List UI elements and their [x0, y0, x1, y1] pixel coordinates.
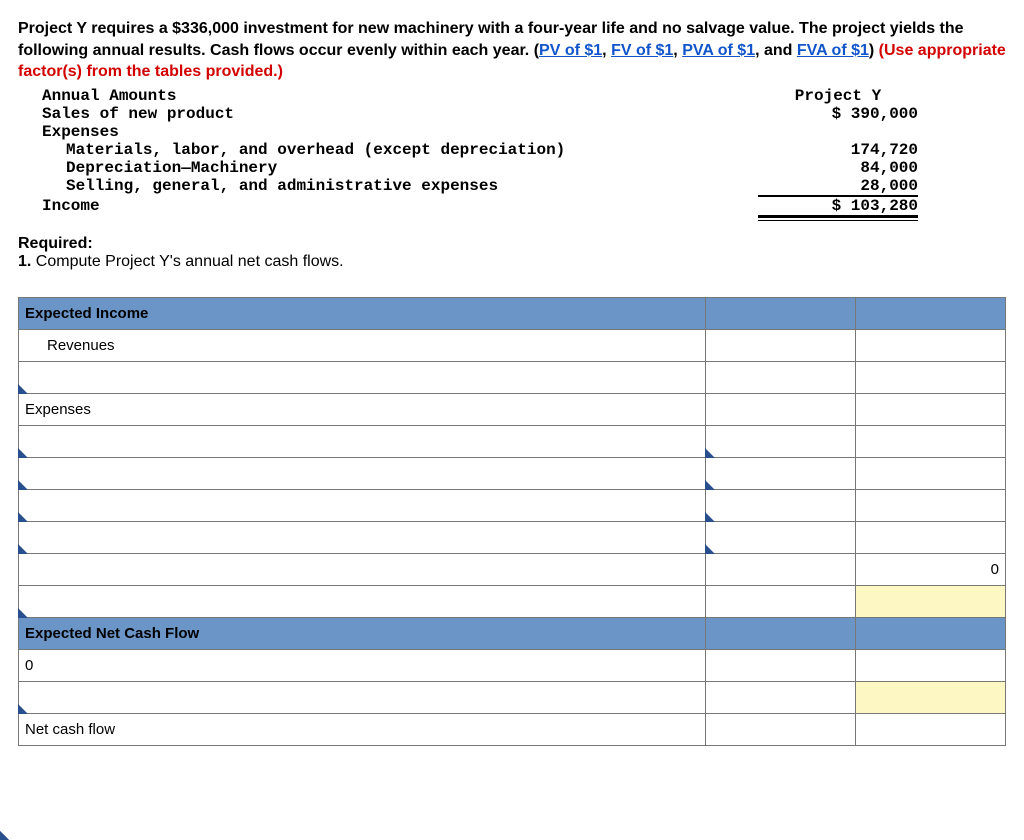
input-4-col1[interactable]: [706, 490, 856, 522]
input-5-col2[interactable]: [856, 522, 1006, 554]
net-cash-flow-col1[interactable]: [706, 714, 856, 746]
input-3-col1[interactable]: [706, 458, 856, 490]
input-6-col1[interactable]: [706, 586, 856, 618]
expected-net-cash-flow-header: Expected Net Cash Flow: [19, 618, 706, 650]
answer-grid: Expected Income Revenues Expenses: [18, 297, 1006, 746]
dropdown-input-6[interactable]: [19, 586, 706, 618]
subtotal-col2: 0: [856, 554, 1006, 586]
ncf-zero-col2[interactable]: [856, 650, 1006, 682]
pva-link[interactable]: PVA of $1: [682, 42, 755, 59]
required-item-number: 1.: [18, 253, 31, 270]
input-7-col2-highlight[interactable]: [856, 682, 1006, 714]
input-7-col1[interactable]: [706, 682, 856, 714]
problem-statement: Project Y requires a $336,000 investment…: [18, 18, 1006, 83]
annual-amounts-label: Annual Amounts: [18, 87, 176, 105]
expenses-col2[interactable]: [856, 394, 1006, 426]
ncf-zero-col1[interactable]: [706, 650, 856, 682]
sga-value: 28,000: [758, 177, 918, 195]
input-2-col1[interactable]: [706, 426, 856, 458]
sales-label: Sales of new product: [18, 105, 234, 123]
expected-income-header: Expected Income: [19, 298, 706, 330]
pv-link[interactable]: PV of $1: [539, 42, 602, 59]
dropdown-input-4[interactable]: [19, 490, 706, 522]
materials-label: Materials, labor, and overhead (except d…: [18, 141, 565, 159]
input-4-col2[interactable]: [856, 490, 1006, 522]
required-item-text: Compute Project Y's annual net cash flow…: [31, 253, 343, 270]
materials-value: 174,720: [758, 141, 918, 159]
sales-value: $ 390,000: [758, 105, 918, 123]
expenses-col1[interactable]: [706, 394, 856, 426]
dropdown-input-7[interactable]: [19, 682, 706, 714]
depreciation-label: Depreciation—Machinery: [18, 159, 277, 177]
input-3-col2[interactable]: [856, 458, 1006, 490]
depreciation-value: 84,000: [758, 159, 918, 177]
ncf-col2-header: [856, 618, 1006, 650]
income-label: Income: [18, 197, 100, 215]
col2-header: [856, 298, 1006, 330]
input-2-col2[interactable]: [856, 426, 1006, 458]
required-title: Required:: [18, 235, 93, 252]
sga-label: Selling, general, and administrative exp…: [18, 177, 498, 195]
net-cash-flow-col2[interactable]: [856, 714, 1006, 746]
required-section: Required: 1. Compute Project Y's annual …: [18, 235, 1006, 271]
income-statement: Annual Amounts Project Y Sales of new pr…: [18, 87, 918, 221]
subtotal-label[interactable]: [19, 554, 706, 586]
income-value: $ 103,280: [758, 197, 918, 215]
net-cash-flow-label: Net cash flow: [19, 714, 706, 746]
revenues-col2[interactable]: [856, 330, 1006, 362]
project-y-header: Project Y: [758, 87, 918, 105]
dropdown-input-3[interactable]: [19, 458, 706, 490]
expenses-section-label: Expenses: [19, 394, 706, 426]
revenues-col1[interactable]: [706, 330, 856, 362]
revenues-label: Revenues: [19, 330, 706, 362]
fv-link[interactable]: FV of $1: [611, 42, 673, 59]
dropdown-input-2[interactable]: [19, 426, 706, 458]
subtotal-col1[interactable]: [706, 554, 856, 586]
input-1-col1[interactable]: [706, 362, 856, 394]
ncf-col1-header: [706, 618, 856, 650]
dropdown-input-5[interactable]: [19, 522, 706, 554]
fva-link[interactable]: FVA of $1: [797, 42, 869, 59]
expenses-header-label: Expenses: [18, 123, 119, 141]
input-1-col2[interactable]: [856, 362, 1006, 394]
input-5-col1[interactable]: [706, 522, 856, 554]
ncf-zero-label: 0: [19, 650, 706, 682]
col1-header: [706, 298, 856, 330]
input-6-col2-highlight[interactable]: [856, 586, 1006, 618]
dropdown-input-1[interactable]: [19, 362, 706, 394]
